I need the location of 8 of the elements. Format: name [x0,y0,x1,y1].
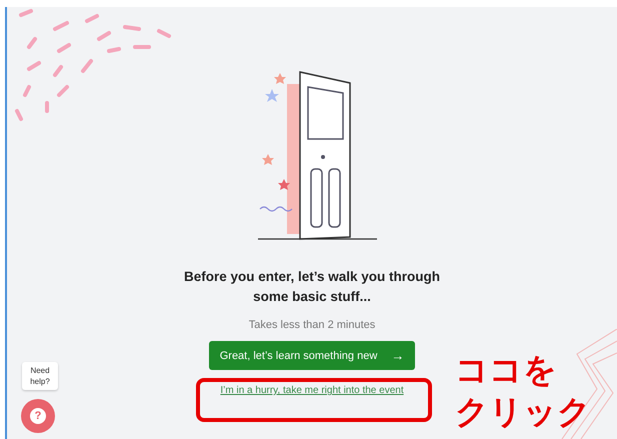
arrow-icon: → [391,348,404,363]
annotation-text: ココを クリック [455,349,591,433]
duration-note: Takes less than 2 minutes [248,319,376,331]
learn-button[interactable]: Great, let’s learn something new → [209,341,415,370]
help-button[interactable]: ? [21,399,55,433]
help-tooltip: Need help? [22,362,58,390]
intro-heading: Before you enter, let’s walk you through some basic stuff... [182,268,442,306]
skip-link[interactable]: I’m in a hurry, take me right into the event [220,385,404,396]
